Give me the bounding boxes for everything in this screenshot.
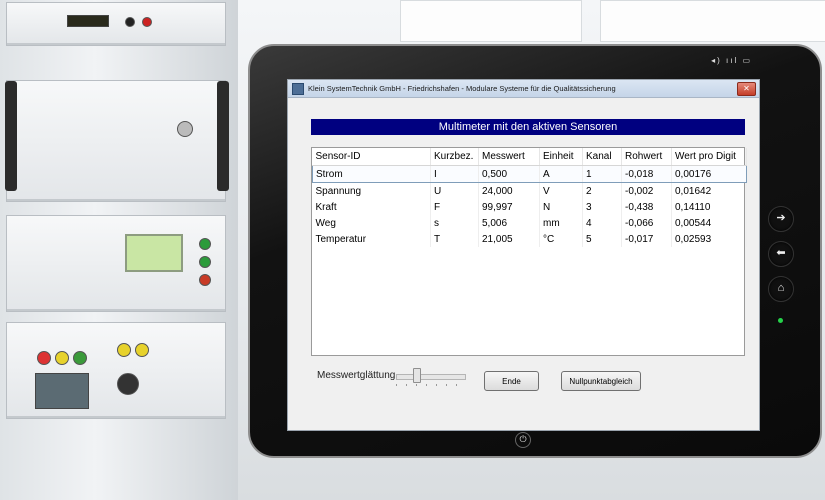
sensor-table: Sensor-ID Kurzbez. Messwert Einheit Kana… [312, 148, 747, 247]
table-row[interactable]: Strom I 0,500 A 1 -0,018 0,00176 [312, 165, 747, 183]
status-icons: ◂) ııl ▭ [711, 56, 752, 65]
connector [142, 17, 152, 27]
status-led [778, 318, 783, 323]
rack-unit [6, 322, 226, 419]
cell-raw-value: -0,066 [621, 215, 672, 231]
cell-sensor-id: Kraft [312, 199, 431, 215]
cell-value-per-digit: 0,00176 [671, 165, 747, 183]
table-row[interactable]: Temperatur T 21,005 °C 5 -0,017 0,02593 [312, 231, 747, 247]
column-header[interactable]: Kanal [582, 148, 622, 166]
cell-channel: 4 [582, 215, 622, 231]
connector [125, 17, 135, 27]
push-button [55, 351, 69, 365]
rotary-knob [117, 373, 139, 395]
window-titlebar: Klein SystemTechnik GmbH - Friedrichshaf… [288, 80, 759, 98]
app-icon [292, 82, 304, 95]
cell-unit: N [539, 199, 583, 215]
smoothing-slider[interactable] [396, 374, 466, 380]
power-icon[interactable]: ⏻ [515, 432, 531, 448]
cell-value: 5,006 [478, 215, 540, 231]
column-header[interactable]: Wert pro Digit [671, 148, 747, 166]
push-button [37, 351, 51, 365]
cell-raw-value: -0,438 [621, 199, 672, 215]
indicator-light [199, 256, 211, 268]
table-row[interactable]: Spannung U 24,000 V 2 -0,002 0,01642 [312, 182, 747, 199]
cell-value-per-digit: 0,14110 [671, 199, 747, 215]
cell-unit: °C [539, 231, 583, 247]
cell-channel: 2 [582, 182, 622, 199]
rack-handle [217, 81, 229, 191]
column-header[interactable]: Sensor-ID [312, 148, 431, 166]
table-row[interactable]: Kraft F 99,997 N 3 -0,438 0,14110 [312, 199, 747, 215]
table-header: Sensor-ID Kurzbez. Messwert Einheit Kana… [312, 148, 747, 166]
cell-raw-value: -0,018 [621, 165, 672, 183]
background-window [600, 0, 825, 42]
window-title: Klein SystemTechnik GmbH - Friedrichshaf… [308, 84, 616, 93]
zero-calibration-button[interactable]: Nullpunktabgleich [561, 371, 641, 391]
display [67, 15, 109, 27]
cell-raw-value: -0,017 [621, 231, 672, 247]
display [125, 234, 183, 272]
push-button [135, 343, 149, 357]
cell-value: 99,997 [478, 199, 540, 215]
cell-sensor-id: Strom [312, 165, 431, 183]
cell-short-name: s [430, 215, 479, 231]
push-button [73, 351, 87, 365]
rack-unit [6, 2, 226, 46]
arrow-right-icon[interactable]: ➔ [768, 206, 794, 232]
cell-sensor-id: Spannung [312, 182, 431, 199]
table-row[interactable]: Weg s 5,006 mm 4 -0,066 0,00544 [312, 215, 747, 231]
cell-value: 24,000 [478, 182, 540, 199]
cell-unit: A [539, 165, 583, 183]
app-window: Klein SystemTechnik GmbH - Friedrichshaf… [287, 79, 760, 431]
slider-ticks [396, 384, 466, 386]
cell-short-name: F [430, 199, 479, 215]
slider-thumb[interactable] [413, 368, 421, 383]
column-header[interactable]: Messwert [478, 148, 540, 166]
sensor-table-panel: Sensor-ID Kurzbez. Messwert Einheit Kana… [311, 147, 747, 356]
tablet-status-bar: ◂) ııl ▭ [711, 56, 752, 65]
cell-channel: 1 [582, 165, 622, 183]
cell-sensor-id: Weg [312, 215, 431, 231]
cell-raw-value: -0,002 [621, 182, 672, 199]
cell-channel: 5 [582, 231, 622, 247]
smoothing-label: Messwertglättung [317, 370, 396, 381]
arrow-left-icon[interactable]: ⬅ [768, 241, 794, 267]
cell-value-per-digit: 0,02593 [671, 231, 747, 247]
background-window [400, 0, 582, 42]
cell-channel: 3 [582, 199, 622, 215]
key-lock [177, 121, 193, 137]
cell-unit: V [539, 182, 583, 199]
push-button [117, 343, 131, 357]
cell-value: 0,500 [478, 165, 540, 183]
end-button[interactable]: Ende [484, 371, 539, 391]
rack-unit [6, 215, 226, 312]
display [35, 373, 89, 409]
page-title: Multimeter mit den aktiven Sensoren [311, 119, 745, 135]
cell-short-name: T [430, 231, 479, 247]
column-header[interactable]: Rohwert [621, 148, 672, 166]
cell-value: 21,005 [478, 231, 540, 247]
close-icon[interactable]: ✕ [737, 82, 756, 96]
cell-value-per-digit: 0,00544 [671, 215, 747, 231]
cell-short-name: U [430, 182, 479, 199]
home-icon[interactable]: ⌂ [768, 276, 794, 302]
cell-short-name: I [430, 165, 479, 183]
column-header[interactable]: Kurzbez. [430, 148, 479, 166]
cell-sensor-id: Temperatur [312, 231, 431, 247]
cell-value-per-digit: 0,01642 [671, 182, 747, 199]
indicator-light [199, 238, 211, 250]
rack-unit [5, 80, 229, 202]
equipment-rack [0, 0, 238, 500]
indicator-light [199, 274, 211, 286]
cell-unit: mm [539, 215, 583, 231]
column-header[interactable]: Einheit [539, 148, 583, 166]
rack-handle [5, 81, 17, 191]
